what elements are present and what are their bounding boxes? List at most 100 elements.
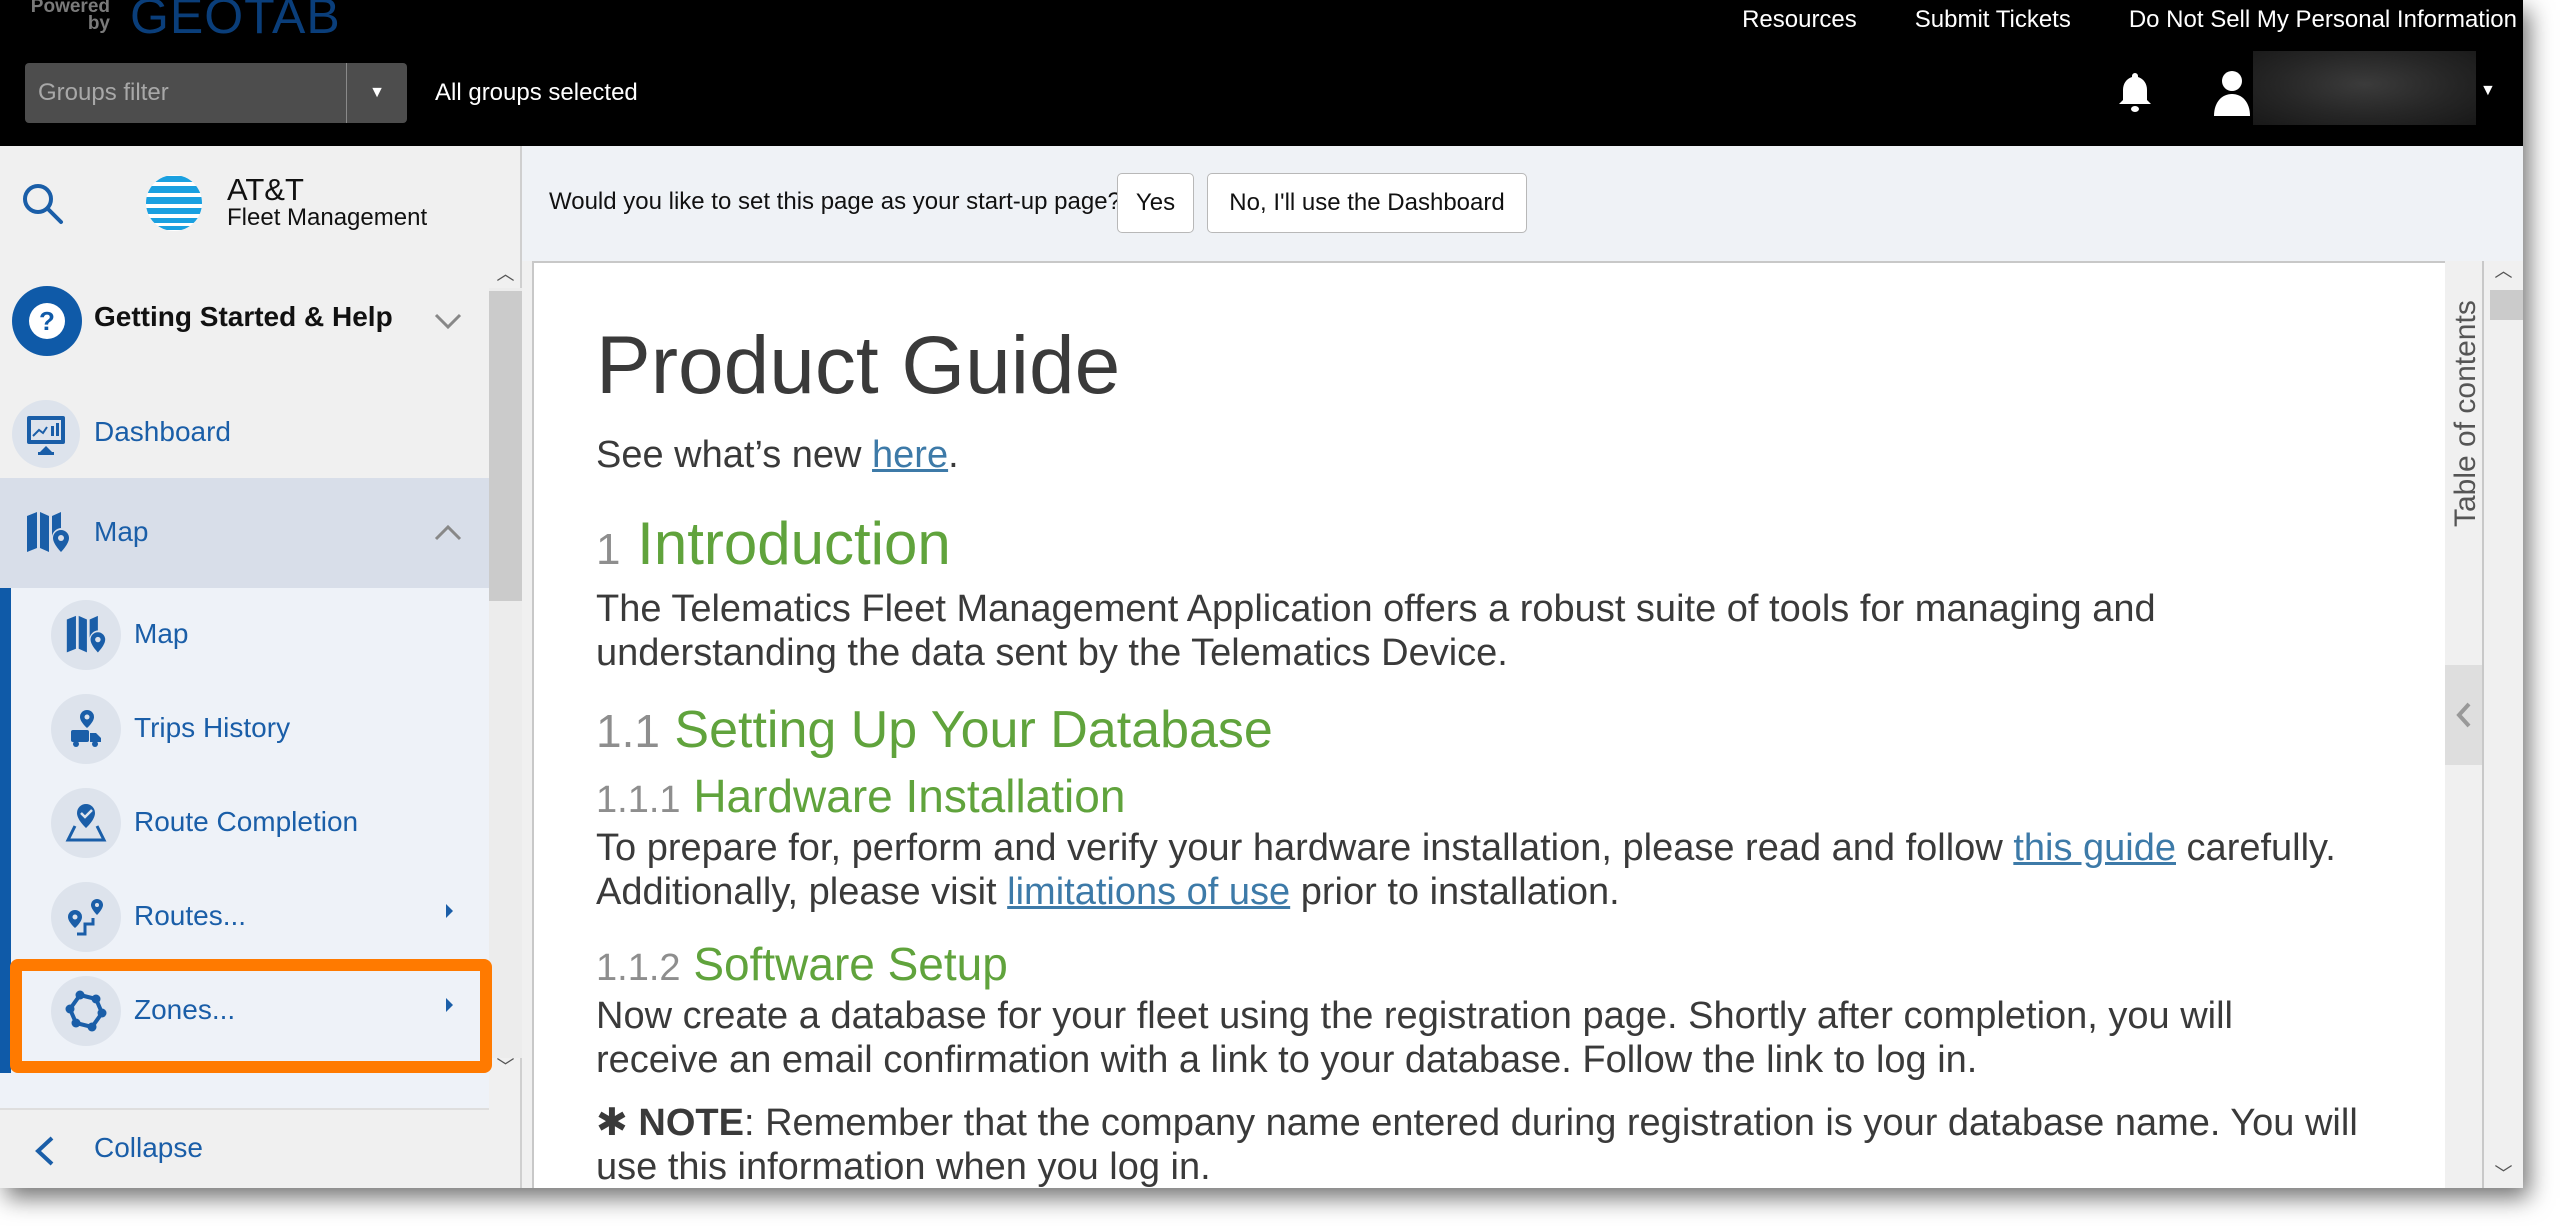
hardware-line-2: Additionally, please visit limitations o… <box>596 870 1620 914</box>
startup-page-banner: Would you like to set this page as your … <box>522 146 2523 261</box>
do-not-sell-link[interactable]: Do Not Sell My Personal Information <box>2129 4 2517 36</box>
text: prior to installation. <box>1290 871 1620 913</box>
powered-by-text: Powered by <box>30 0 110 34</box>
section-number: 1.1.2 <box>596 947 681 989</box>
dashboard-icon <box>12 400 80 468</box>
toc-expand-toggle[interactable] <box>2445 665 2482 765</box>
software-line-2: receive an email confirmation with a lin… <box>596 1039 1978 1081</box>
submenu-arrow-icon <box>446 904 453 918</box>
sidebar-item-route-completion[interactable]: Route Completion <box>11 776 489 870</box>
caret-down-icon: ▼ <box>369 84 385 101</box>
user-icon[interactable] <box>2212 70 2252 116</box>
sidebar-item-routes[interactable]: Routes... <box>11 870 489 964</box>
sidebar-item-label: Trips History <box>134 712 291 743</box>
map-icon <box>51 600 121 670</box>
search-icon[interactable] <box>20 181 66 227</box>
heading-setting-up-database: 1.1 Setting Up Your Database <box>596 700 1273 760</box>
section-number: 1 <box>596 525 621 574</box>
whats-new-link[interactable]: here <box>872 434 948 476</box>
top-header: Powered by GEOTAB Groups filter ▼ All gr… <box>0 0 2523 146</box>
heading-hardware-installation: 1.1.1 Hardware Installation <box>596 769 1125 823</box>
groups-filter-input[interactable]: Groups filter <box>25 63 346 123</box>
user-name-redacted[interactable] <box>2253 51 2476 125</box>
intro-line-1: The Telematics Fleet Management Applicat… <box>596 588 2156 630</box>
submit-tickets-link[interactable]: Submit Tickets <box>1915 4 2071 36</box>
sidebar-item-label: Getting Started & Help <box>94 301 393 332</box>
text: carefully. <box>2176 827 2336 869</box>
note-line-2: use this information when you log in. <box>596 1146 1211 1188</box>
page-title: Product Guide <box>596 320 1121 411</box>
geotab-wordmark: GEOTAB <box>130 0 341 44</box>
startup-question: Would you like to set this page as your … <box>549 188 1121 215</box>
collapse-label: Collapse <box>94 1132 203 1163</box>
content-scrollbar-track[interactable] <box>2484 261 2523 1188</box>
geotab-logo: Powered by GEOTAB <box>28 0 341 44</box>
software-line-1: Now create a database for your fleet usi… <box>596 995 2233 1037</box>
sidebar-item-label: Map <box>134 618 189 649</box>
sidebar-item-getting-started[interactable]: ? Getting Started & Help <box>0 266 489 376</box>
product-guide-content: Product Guide See what’s new here. 1 Int… <box>532 261 2445 1188</box>
collapse-button[interactable]: Collapse <box>0 1108 489 1188</box>
sidebar-item-dashboard[interactable]: Dashboard <box>0 378 489 488</box>
zones-highlight-box <box>10 959 492 1073</box>
groups-filter-dropdown-button[interactable]: ▼ <box>346 63 407 123</box>
att-brand: AT&T Fleet Management <box>145 174 427 232</box>
app-window: Powered by GEOTAB Groups filter ▼ All gr… <box>0 0 2523 1188</box>
chevron-down-icon <box>434 313 462 330</box>
table-of-contents-label[interactable]: Table of contents <box>2449 300 2483 527</box>
limitations-of-use-link[interactable]: limitations of use <box>1007 871 1290 913</box>
text: To prepare for, perform and verify your … <box>596 827 2014 869</box>
note-line-1: ✱ NOTE: Remember that the company name e… <box>596 1101 2358 1145</box>
chevron-left-icon <box>35 1136 54 1166</box>
whats-new-line: See what’s new here. <box>596 433 959 477</box>
brand-subtitle: Fleet Management <box>227 204 428 231</box>
user-menu-caret-icon[interactable]: ▼ <box>2480 82 2496 100</box>
content-scrollbar-thumb[interactable] <box>2490 290 2523 320</box>
help-icon: ? <box>12 286 82 356</box>
routes-icon <box>51 882 121 952</box>
chevron-up-icon <box>434 524 462 541</box>
hardware-line-1: To prepare for, perform and verify your … <box>596 826 2336 870</box>
sidebar-item-map-group[interactable]: Map <box>0 478 489 588</box>
use-dashboard-button[interactable]: No, I'll use the Dashboard <box>1207 173 1527 233</box>
section-title: Introduction <box>637 510 951 577</box>
brand-name: AT&T <box>227 172 304 207</box>
section-number: 1.1.1 <box>596 779 681 821</box>
map-icon <box>27 512 69 552</box>
sidebar-item-label: Routes... <box>134 900 247 931</box>
content-scroll-up-icon[interactable]: ︿ <box>2484 255 2523 285</box>
period: . <box>948 434 959 476</box>
groups-status: All groups selected <box>435 79 638 106</box>
text: Additionally, please visit <box>596 871 1008 913</box>
section-title: Software Setup <box>693 938 1008 990</box>
content-scroll-down-icon[interactable]: ﹀ <box>2484 1158 2523 1188</box>
heading-introduction: 1 Introduction <box>596 509 951 578</box>
sidebar-item-map[interactable]: Map <box>11 588 489 682</box>
section-title: Setting Up Your Database <box>674 701 1273 759</box>
sidebar-scrollbar-thumb[interactable] <box>489 291 522 601</box>
sidebar-scroll-down-icon[interactable]: ﹀ <box>489 1051 522 1081</box>
text: : Remember that the company name entered… <box>743 1102 2358 1144</box>
groups-filter[interactable]: Groups filter ▼ <box>25 63 407 123</box>
yes-button[interactable]: Yes <box>1117 173 1194 233</box>
trips-history-icon <box>51 694 121 764</box>
bell-icon[interactable] <box>2116 70 2154 114</box>
resources-link[interactable]: Resources <box>1742 4 1857 36</box>
note-asterisk-icon: ✱ <box>596 1102 628 1144</box>
sidebar-item-label: Map <box>94 516 149 547</box>
route-completion-icon <box>51 788 121 858</box>
att-globe-logo-icon <box>146 175 202 231</box>
whats-new-text: See what’s new <box>596 434 873 476</box>
sidebar-item-label: Route Completion <box>134 806 359 837</box>
top-links: Resources Submit Tickets Do Not Sell My … <box>1742 4 2517 36</box>
chevron-left-icon <box>2455 702 2470 728</box>
section-number: 1.1 <box>596 705 660 757</box>
this-guide-link[interactable]: this guide <box>2013 827 2176 869</box>
intro-line-2: understanding the data sent by the Telem… <box>596 632 1508 674</box>
sidebar-item-trips-history[interactable]: Trips History <box>11 682 489 776</box>
sidebar-item-label: Dashboard <box>94 416 231 447</box>
heading-software-setup: 1.1.2 Software Setup <box>596 937 1008 991</box>
section-title: Hardware Installation <box>693 770 1126 822</box>
sidebar-scroll-up-icon[interactable]: ︿ <box>489 258 522 288</box>
note-label: NOTE <box>638 1102 744 1144</box>
